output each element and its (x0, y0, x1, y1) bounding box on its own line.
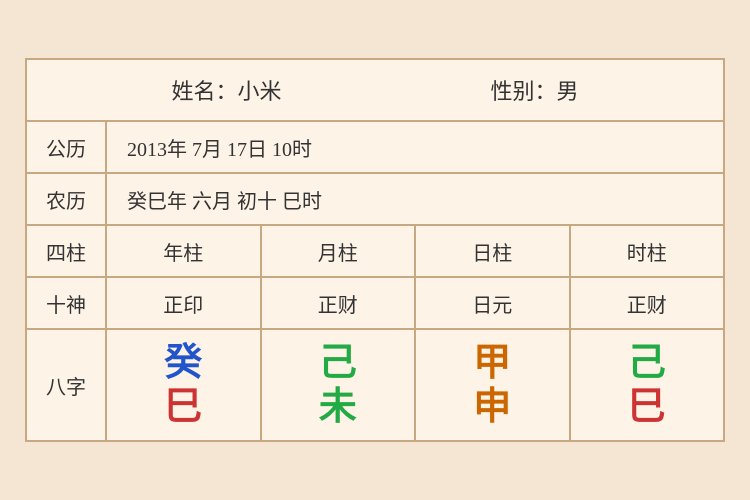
shishen-col-1: 正财 (262, 278, 417, 328)
bazhi-top-3: 己 (628, 344, 666, 382)
header-row: 姓名：小米 性别：男 (27, 60, 723, 122)
calendar-value: 2013年 7月 17日 10时 (107, 122, 723, 172)
bazhi-bottom-0: 巳 (164, 388, 202, 426)
bazhi-cells: 癸 巳 己 未 甲 申 己 巳 (107, 330, 723, 440)
shishen-cells: 正印 正财 日元 正财 (107, 278, 723, 328)
name-label: 姓名：小米 (171, 74, 281, 106)
sizhu-col-3: 时柱 (571, 226, 724, 276)
bazhi-col-2: 甲 申 (416, 330, 571, 440)
bazhi-top-1: 己 (319, 344, 357, 382)
lunar-label: 农历 (27, 174, 107, 224)
bazhi-top-2: 甲 (473, 344, 511, 382)
bazhi-col-3: 己 巳 (571, 330, 724, 440)
sizhu-row: 四柱 年柱 月柱 日柱 时柱 (27, 226, 723, 278)
main-container: 姓名：小米 性别：男 公历 2013年 7月 17日 10时 农历 癸巳年 六月… (25, 58, 725, 442)
bazhi-col-0: 癸 巳 (107, 330, 262, 440)
bazhi-col-1: 己 未 (262, 330, 417, 440)
sizhu-col-0: 年柱 (107, 226, 262, 276)
shishen-col-2: 日元 (416, 278, 571, 328)
bazhi-bottom-2: 申 (473, 388, 511, 426)
sizhu-col-1: 月柱 (262, 226, 417, 276)
calendar-label: 公历 (27, 122, 107, 172)
bazhi-label: 八字 (27, 330, 107, 440)
shishen-row: 十神 正印 正财 日元 正财 (27, 278, 723, 330)
shishen-label: 十神 (27, 278, 107, 328)
gender-label: 性别：男 (490, 74, 578, 106)
sizhu-label: 四柱 (27, 226, 107, 276)
bazhi-row: 八字 癸 巳 己 未 甲 申 己 巳 (27, 330, 723, 440)
bazhi-top-0: 癸 (164, 344, 202, 382)
shishen-col-0: 正印 (107, 278, 262, 328)
calendar-row: 公历 2013年 7月 17日 10时 (27, 122, 723, 174)
bazhi-bottom-3: 巳 (628, 388, 666, 426)
sizhu-cells: 年柱 月柱 日柱 时柱 (107, 226, 723, 276)
shishen-col-3: 正财 (571, 278, 724, 328)
sizhu-col-2: 日柱 (416, 226, 571, 276)
lunar-row: 农历 癸巳年 六月 初十 巳时 (27, 174, 723, 226)
bazhi-bottom-1: 未 (319, 388, 357, 426)
lunar-value: 癸巳年 六月 初十 巳时 (107, 174, 723, 224)
